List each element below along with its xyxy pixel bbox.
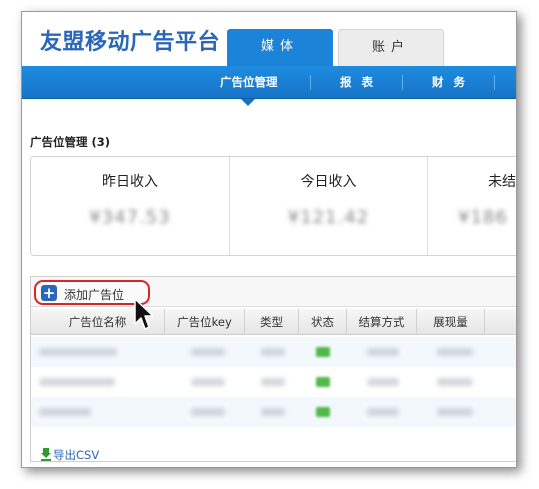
column-header[interactable]: 结算方式 [347, 309, 417, 335]
redacted-cell [39, 408, 91, 416]
mouse-pointer-icon [134, 298, 154, 330]
status-active-icon [316, 347, 330, 357]
column-header[interactable]: 展现量 [417, 309, 485, 335]
table-row[interactable] [31, 397, 516, 427]
nav-divider [494, 75, 495, 90]
column-header[interactable]: 广告位key [165, 309, 245, 335]
tab-media[interactable]: 媒体 [227, 29, 333, 66]
redacted-cell [261, 348, 285, 356]
redacted-cell [191, 348, 225, 356]
export-csv-link[interactable]: 导出CSV [41, 447, 99, 463]
redacted-cell [261, 408, 285, 416]
stat-label: 昨日收入 [102, 174, 158, 190]
redacted-cell [367, 408, 399, 416]
stat-label: 今日收入 [300, 174, 357, 190]
add-ad-slot-label: 添加广告位 [64, 288, 125, 302]
stat-value: ¥347.53 [89, 207, 171, 228]
status-active-icon [316, 407, 330, 417]
revenue-summary: 昨日收入 ¥347.53 今日收入 ¥121.42 未结 ¥186 [30, 156, 516, 256]
export-csv-label: 导出CSV [53, 448, 100, 462]
plus-icon: + [41, 284, 57, 302]
column-header[interactable]: 类型 [245, 309, 299, 335]
nav-divider [310, 75, 311, 90]
main-nav: 广告位管理 报表 财务 [22, 66, 516, 99]
download-icon [41, 448, 51, 461]
stat-value: ¥121.42 [287, 207, 370, 228]
nav-divider [402, 75, 403, 90]
table-header: 广告位名称 广告位key 类型 状态 结算方式 展现量 [31, 309, 516, 335]
redacted-cell [39, 348, 117, 356]
redacted-cell [261, 378, 285, 386]
table-row[interactable] [31, 337, 516, 367]
table-toolbar: + 添加广告位 [31, 277, 516, 307]
stat-label: 未结 [488, 174, 516, 190]
redacted-cell [437, 348, 473, 356]
section-title: 广告位管理 (3) [30, 135, 111, 149]
redacted-cell [367, 348, 399, 356]
app-window: 友盟移动广告平台 媒体 账户 广告位管理 报表 财务 广告位管理 (3) 昨日收… [22, 12, 516, 467]
redacted-cell [191, 378, 225, 386]
column-header[interactable]: 状态 [299, 309, 347, 335]
column-header-more [485, 309, 516, 335]
active-nav-caret [241, 99, 255, 106]
nav-finance[interactable]: 财务 [432, 66, 475, 99]
nav-reports[interactable]: 报表 [340, 66, 383, 99]
stat-today: 今日收入 ¥121.42 [229, 157, 427, 255]
redacted-cell [437, 378, 473, 386]
tab-account[interactable]: 账户 [338, 29, 444, 66]
stat-yesterday: 昨日收入 ¥347.53 [31, 157, 229, 255]
ad-slot-table: + 添加广告位 广告位名称 广告位key 类型 状态 结算方式 展现量 导出CS… [30, 276, 516, 462]
redacted-cell [367, 378, 399, 386]
nav-ad-slots[interactable]: 广告位管理 [220, 66, 278, 99]
redacted-cell [437, 408, 473, 416]
status-active-icon [316, 377, 330, 387]
stat-value: ¥186 [458, 207, 508, 228]
redacted-cell [39, 378, 115, 386]
stat-unsettled: 未结 ¥186 [427, 157, 516, 255]
redacted-cell [191, 408, 225, 416]
table-row[interactable] [31, 367, 516, 397]
brand-logo: 友盟移动广告平台 [40, 30, 221, 55]
